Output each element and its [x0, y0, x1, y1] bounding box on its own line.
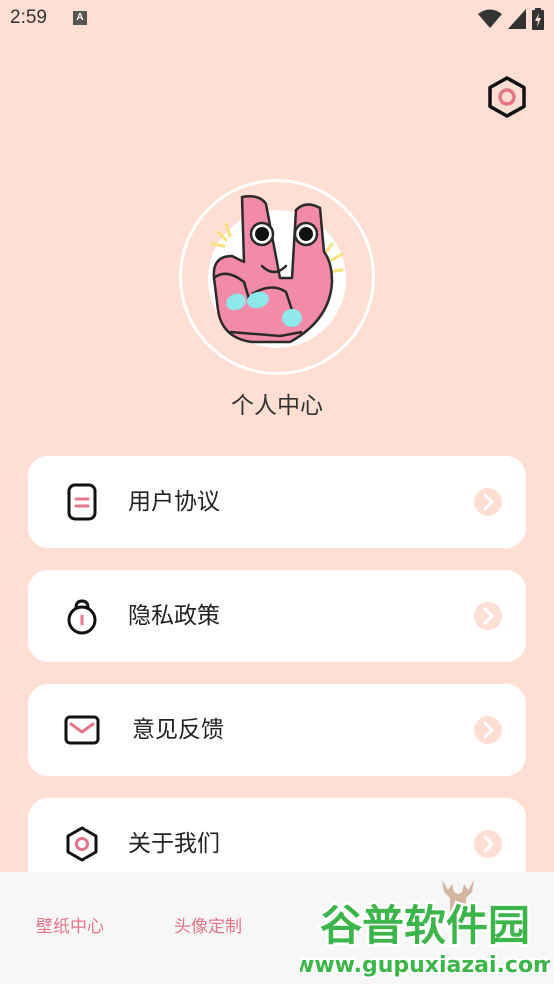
hexagon-icon [66, 826, 98, 862]
document-icon [67, 483, 97, 521]
avatar[interactable] [179, 179, 375, 375]
chevron-right-icon [474, 716, 502, 744]
svg-text:www.gupuxiazai.com: www.gupuxiazai.com [300, 953, 550, 978]
status-time: 2:59 [10, 7, 47, 28]
menu-item-user-agreement[interactable]: 用户协议 [28, 456, 526, 548]
nav-item-avatar-custom[interactable]: 头像定制 [174, 912, 242, 937]
chevron-right-icon [474, 488, 502, 516]
lock-icon [67, 599, 97, 635]
mail-icon [64, 715, 100, 745]
settings-button[interactable] [485, 75, 529, 119]
peace-hand-illustration [210, 195, 344, 344]
status-bar: 2:59 A [0, 0, 554, 38]
settings-hexagon-icon [488, 76, 526, 118]
menu-item-feedback[interactable]: 意见反馈 [28, 684, 526, 776]
signal-icon [508, 9, 526, 29]
menu-label: 意见反馈 [132, 717, 224, 743]
nav-item-wallpaper-center[interactable]: 壁纸中心 [36, 912, 104, 937]
profile-title: 个人中心 [231, 393, 323, 419]
battery-icon [532, 8, 544, 30]
watermark-graphic: 谷普软件园 www.gupuxiazai.com [300, 899, 550, 979]
menu-label: 用户协议 [128, 489, 220, 515]
svg-text:谷普软件园: 谷普软件园 [320, 901, 530, 950]
chevron-right-icon [474, 602, 502, 630]
menu-label: 隐私政策 [128, 603, 220, 629]
menu-item-privacy-policy[interactable]: 隐私政策 [28, 570, 526, 662]
chevron-right-icon [474, 830, 502, 858]
status-icons [478, 8, 544, 30]
notification-icon: A [73, 11, 87, 25]
wifi-icon [478, 9, 502, 28]
watermark: 谷普软件园 www.gupuxiazai.com [300, 880, 550, 979]
